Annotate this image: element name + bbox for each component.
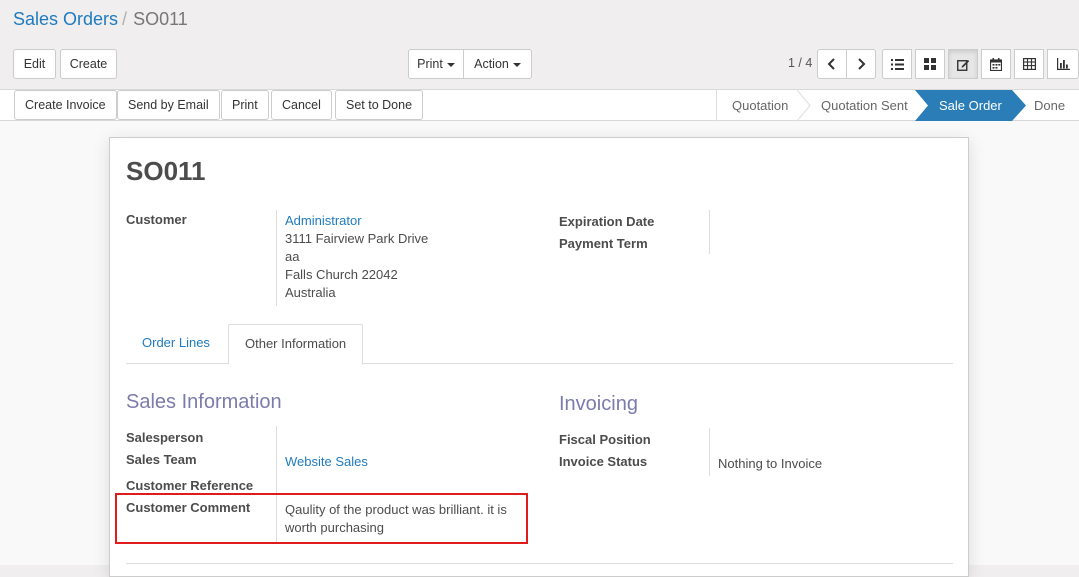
statusbar: Create Invoice Send by Email Print Cance… bbox=[0, 90, 1079, 121]
breadcrumb-separator: / bbox=[122, 9, 128, 29]
expiration-date-label: Expiration Date bbox=[559, 214, 655, 229]
form-view-icon bbox=[956, 59, 969, 71]
form-tabs: Order Lines Other Information bbox=[126, 324, 953, 365]
salesperson-label: Salesperson bbox=[126, 430, 204, 445]
calendar-view-button[interactable] bbox=[981, 49, 1011, 79]
caret-down-icon bbox=[446, 62, 455, 67]
create-button[interactable]: Create bbox=[60, 49, 117, 79]
breadcrumb: Sales Orders / SO011 bbox=[13, 9, 188, 30]
address-line-2: aa bbox=[285, 249, 300, 264]
customer-label: Customer bbox=[126, 212, 187, 227]
print-button[interactable]: Print bbox=[221, 90, 269, 120]
pivot-view-icon bbox=[1022, 58, 1036, 70]
invoice-status-label: Invoice Status bbox=[559, 454, 648, 469]
address-line-4: Australia bbox=[285, 285, 336, 300]
customer-reference-label: Customer Reference bbox=[126, 478, 254, 493]
field-separator bbox=[276, 210, 277, 306]
graph-view-icon bbox=[1056, 58, 1070, 70]
action-dropdown-label: Action bbox=[474, 57, 509, 71]
tab-other-information[interactable]: Other Information bbox=[228, 324, 364, 365]
stage-quotation-sent[interactable]: Quotation Sent bbox=[821, 90, 908, 121]
stage-separator-arrow bbox=[797, 90, 811, 121]
status-stages: Quotation Quotation Sent Sale Order Done bbox=[716, 90, 1079, 121]
stage-quotation[interactable]: Quotation bbox=[732, 90, 788, 121]
breadcrumb-current: SO011 bbox=[133, 9, 188, 29]
graph-view-button[interactable] bbox=[1047, 49, 1079, 79]
list-view-icon bbox=[890, 58, 904, 70]
invoicing-heading: Invoicing bbox=[559, 393, 638, 415]
create-invoice-button[interactable]: Create Invoice bbox=[14, 90, 117, 120]
pager-value[interactable]: 1 / 4 bbox=[788, 56, 812, 70]
customer-link[interactable]: Administrator bbox=[285, 213, 362, 228]
tab-order-lines[interactable]: Order Lines bbox=[126, 324, 226, 364]
sales-team-link[interactable]: Website Sales bbox=[285, 454, 368, 469]
calendar-view-icon bbox=[990, 57, 1002, 71]
edit-button[interactable]: Edit bbox=[13, 49, 56, 79]
invoice-status-value: Nothing to Invoice bbox=[718, 456, 823, 471]
kanban-view-button[interactable] bbox=[915, 49, 945, 79]
form-view-button[interactable] bbox=[948, 49, 978, 79]
chevron-right-icon bbox=[858, 58, 866, 70]
stage-done[interactable]: Done bbox=[1034, 90, 1065, 121]
fiscal-position-label: Fiscal Position bbox=[559, 432, 651, 447]
send-by-email-button[interactable]: Send by Email bbox=[117, 90, 220, 120]
pivot-view-button[interactable] bbox=[1014, 49, 1044, 79]
breadcrumb-sales-orders-link[interactable]: Sales Orders bbox=[13, 9, 118, 29]
print-dropdown-button[interactable]: Print bbox=[408, 49, 464, 79]
field-separator bbox=[709, 428, 710, 476]
section-divider bbox=[126, 563, 953, 564]
stage-sale-order[interactable]: Sale Order bbox=[939, 90, 1002, 121]
kanban-view-icon bbox=[924, 58, 936, 70]
payment-term-label: Payment Term bbox=[559, 236, 648, 251]
address-line-1: 3111 Fairview Park Drive bbox=[285, 231, 429, 246]
sales-team-label: Sales Team bbox=[126, 452, 197, 467]
pager-next-button[interactable] bbox=[846, 49, 876, 79]
cancel-button[interactable]: Cancel bbox=[271, 90, 332, 120]
action-dropdown-button[interactable]: Action bbox=[463, 49, 532, 79]
sales-information-heading: Sales Information bbox=[126, 391, 282, 413]
chevron-left-icon bbox=[827, 58, 835, 70]
set-to-done-button[interactable]: Set to Done bbox=[335, 90, 424, 120]
customer-comment-highlight bbox=[115, 493, 528, 544]
print-dropdown-label: Print bbox=[417, 57, 443, 71]
caret-down-icon bbox=[512, 62, 521, 67]
pager-previous-button[interactable] bbox=[817, 49, 847, 79]
list-view-button[interactable] bbox=[882, 49, 912, 79]
field-separator bbox=[709, 210, 710, 254]
order-title: SO011 bbox=[126, 156, 206, 186]
address-line-3: Falls Church 22042 bbox=[285, 267, 398, 282]
control-panel: Sales Orders / SO011 Edit Create Print Act… bbox=[0, 0, 1079, 90]
